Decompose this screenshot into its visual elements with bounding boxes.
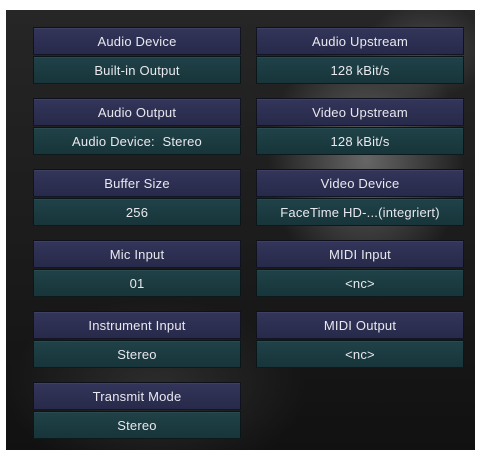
video-upstream-selector[interactable]: 128 kBit/s [256,127,464,155]
midi-output-label: MIDI Output [256,311,464,339]
video-device-label: Video Device [256,169,464,197]
audio-upstream-label: Audio Upstream [256,27,464,55]
audio-output-label: Audio Output [33,98,241,126]
video-upstream-label: Video Upstream [256,98,464,126]
midi-input-selector[interactable]: <nc> [256,269,464,297]
transmit-mode-label: Transmit Mode [33,382,241,410]
settings-panel: Audio Device Built-in Output Audio Upstr… [6,10,475,450]
audio-output-selector[interactable]: Audio Device: Stereo [33,127,241,155]
audio-upstream-selector[interactable]: 128 kBit/s [256,56,464,84]
instrument-input-selector[interactable]: Stereo [33,340,241,368]
mic-input-selector[interactable]: 01 [33,269,241,297]
video-device-selector[interactable]: FaceTime HD-...(integriert) [256,198,464,226]
mic-input-label: Mic Input [33,240,241,268]
instrument-input-label: Instrument Input [33,311,241,339]
midi-input-label: MIDI Input [256,240,464,268]
transmit-mode-selector[interactable]: Stereo [33,411,241,439]
audio-device-selector[interactable]: Built-in Output [33,56,241,84]
buffer-size-selector[interactable]: 256 [33,198,241,226]
midi-output-selector[interactable]: <nc> [256,340,464,368]
audio-device-label: Audio Device [33,27,241,55]
buffer-size-label: Buffer Size [33,169,241,197]
